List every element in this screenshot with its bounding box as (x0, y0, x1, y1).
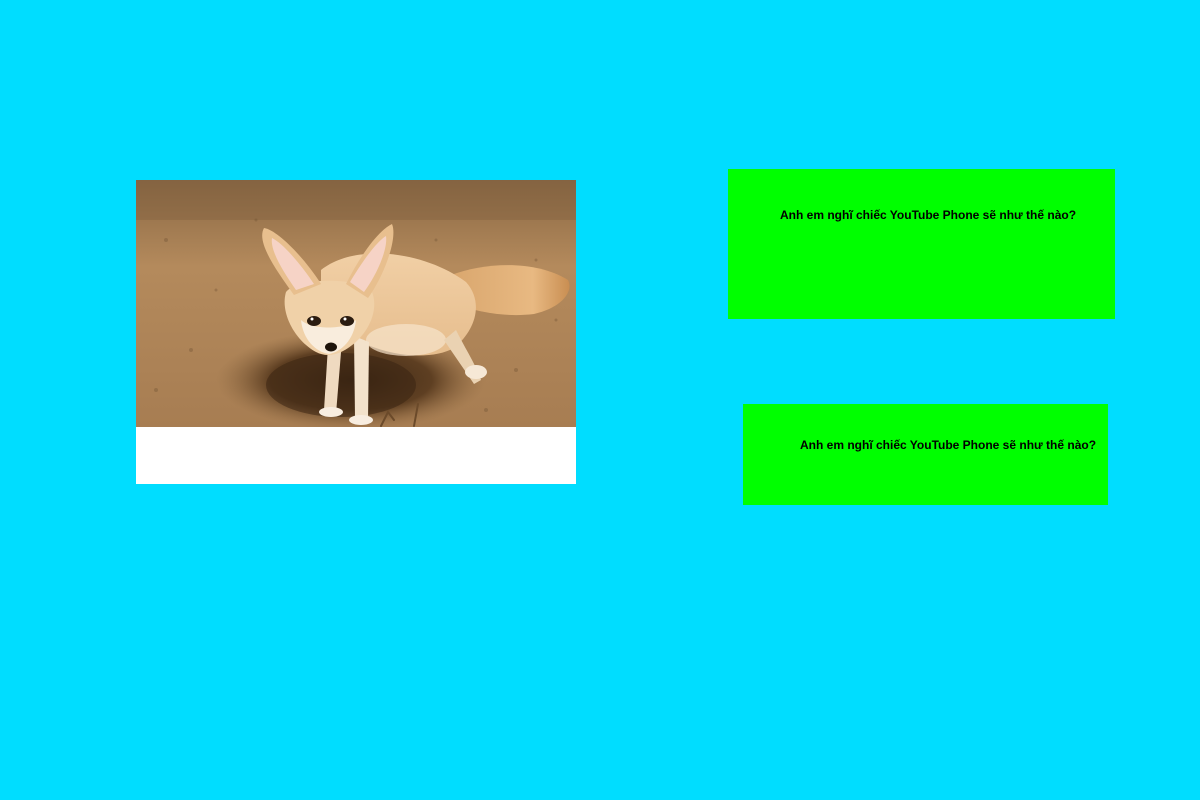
fox-nose (325, 342, 337, 352)
question-box-top: Anh em nghĩ chiếc YouTube Phone sẽ như t… (728, 169, 1115, 319)
fox-left-eye (307, 316, 321, 326)
fox-right-eye (340, 316, 354, 326)
fennec-fox-image (136, 180, 576, 484)
photo-white-strip (136, 427, 576, 484)
question-text-bottom: Anh em nghĩ chiếc YouTube Phone sẽ như t… (800, 438, 1097, 452)
fox-front-leg-right (354, 336, 369, 420)
fox-photo-card (136, 180, 576, 484)
question-text-top: Anh em nghĩ chiếc YouTube Phone sẽ như t… (780, 208, 1077, 222)
question-box-bottom: Anh em nghĩ chiếc YouTube Phone sẽ như t… (743, 404, 1108, 505)
canvas: Anh em nghĩ chiếc YouTube Phone sẽ như t… (0, 0, 1200, 800)
